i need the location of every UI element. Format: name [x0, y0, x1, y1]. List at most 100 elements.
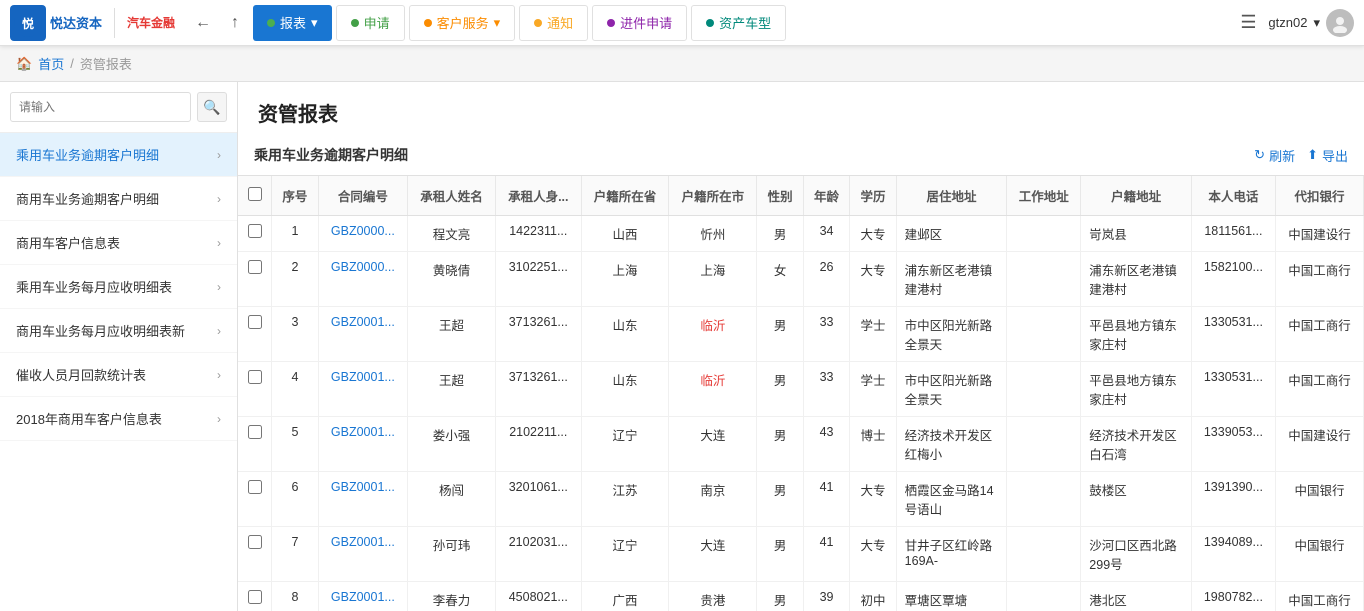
- cell-seq: 7: [272, 527, 318, 582]
- main-layout: 🔍 乘用车业务逾期客户明细 › 商用车业务逾期客户明细 › 商用车客户信息表 ›…: [0, 82, 1364, 611]
- cell-seq: 8: [272, 582, 318, 611]
- refresh-icon: ↻: [1254, 147, 1265, 163]
- sidebar-item-commercial-2018[interactable]: 2018年商用车客户信息表 ›: [0, 397, 237, 441]
- cell-name: 杨闯: [408, 472, 496, 527]
- cell-idno: 3201061...: [496, 472, 582, 527]
- tongzhi-label: 通知: [547, 13, 573, 32]
- sidebar-item-commercial-2018-label: 2018年商用车客户信息表: [16, 409, 217, 428]
- col-seq: 序号: [272, 176, 318, 216]
- cell-gender: 男: [757, 362, 803, 417]
- cell-checkbox: [238, 362, 272, 417]
- row-checkbox[interactable]: [248, 260, 262, 274]
- cell-contract: GBZ0001...: [318, 582, 407, 611]
- col-province: 户籍所在省: [581, 176, 669, 216]
- cell-domicile: 鼓楼区: [1081, 472, 1192, 527]
- row-checkbox[interactable]: [248, 425, 262, 439]
- nav-tongzhi[interactable]: 通知: [519, 5, 588, 41]
- brand-icon: 悦: [10, 5, 46, 41]
- sidebar-item-debt-staff[interactable]: 催收人员月回款统计表 ›: [0, 353, 237, 397]
- nav-jinjian[interactable]: 进件申请: [592, 5, 687, 41]
- hamburger-menu-icon[interactable]: ☰: [1232, 7, 1264, 39]
- sidebar-item-commercial-monthly[interactable]: 商用车业务每月应收明细表新 ›: [0, 309, 237, 353]
- nav-zichan[interactable]: 资产车型: [691, 5, 786, 41]
- cell-bank: 中国工商行: [1275, 362, 1363, 417]
- cell-idno: 3713261...: [496, 362, 582, 417]
- breadcrumb-separator: /: [70, 56, 74, 71]
- zichan-dot: [706, 19, 714, 27]
- cell-province: 广西: [581, 582, 669, 611]
- sidebar-item-commercial-overdue[interactable]: 商用车业务逾期客户明细 ›: [0, 177, 237, 221]
- cell-edu: 初中: [850, 582, 896, 611]
- cell-checkbox: [238, 417, 272, 472]
- row-checkbox[interactable]: [248, 480, 262, 494]
- col-checkbox: [238, 176, 272, 216]
- export-icon: ⬆: [1307, 147, 1318, 163]
- page-title: 资管报表: [258, 98, 1344, 127]
- cell-idno: 1422311...: [496, 216, 582, 252]
- user-avatar: [1326, 9, 1354, 37]
- search-input[interactable]: [10, 92, 191, 122]
- top-navigation: 悦 悦达资本 汽车金融 ← ↑ 报表 ▾ 申请 客户服务 ▾ 通知 进件申请 资…: [0, 0, 1364, 46]
- sidebar-item-commercial-monthly-label: 商用车业务每月应收明细表新: [16, 321, 217, 340]
- refresh-button[interactable]: ↻ 刷新: [1254, 146, 1295, 165]
- row-checkbox[interactable]: [248, 535, 262, 549]
- kehu-fuwu-label: 客户服务: [437, 13, 489, 32]
- cell-idno: 3102251...: [496, 252, 582, 307]
- nav-kehu-fuwu[interactable]: 客户服务 ▾: [409, 5, 516, 41]
- baobiao-label: 报表: [280, 13, 306, 32]
- sidebar-item-passenger-overdue[interactable]: 乘用车业务逾期客户明细 ›: [0, 133, 237, 177]
- sidebar-item-passenger-monthly[interactable]: 乘用车业务每月应收明细表 ›: [0, 265, 237, 309]
- cell-province: 山东: [581, 307, 669, 362]
- cell-residence: 市中区阳光新路全景天: [896, 307, 1007, 362]
- jinjian-dot: [607, 19, 615, 27]
- nav-shenqing[interactable]: 申请: [336, 5, 405, 41]
- cell-city: 贵港: [669, 582, 757, 611]
- col-age: 年龄: [803, 176, 849, 216]
- cell-name: 黄晓倩: [408, 252, 496, 307]
- export-button[interactable]: ⬆ 导出: [1307, 146, 1348, 165]
- cell-domicile: 经济技术开发区白石湾: [1081, 417, 1192, 472]
- col-contract: 合同编号: [318, 176, 407, 216]
- cell-domicile: 沙河口区西北路299号: [1081, 527, 1192, 582]
- cell-residence: 栖霞区金马路14号语山: [896, 472, 1007, 527]
- user-area[interactable]: gtzn02 ▾: [1268, 9, 1354, 37]
- cell-gender: 女: [757, 252, 803, 307]
- data-table: 序号 合同编号 承租人姓名 承租人身... 户籍所在省 户籍所在市 性别 年龄 …: [238, 176, 1364, 611]
- cell-seq: 4: [272, 362, 318, 417]
- breadcrumb: 🏠 首页 / 资管报表: [0, 46, 1364, 82]
- cell-seq: 5: [272, 417, 318, 472]
- cell-name: 孙可玮: [408, 527, 496, 582]
- col-domicile: 户籍地址: [1081, 176, 1192, 216]
- select-all-checkbox[interactable]: [248, 187, 262, 201]
- sidebar-item-commercial-customer[interactable]: 商用车客户信息表 ›: [0, 221, 237, 265]
- row-checkbox[interactable]: [248, 370, 262, 384]
- cell-age: 33: [803, 362, 849, 417]
- row-checkbox[interactable]: [248, 315, 262, 329]
- back-button[interactable]: ←: [189, 9, 217, 37]
- col-name: 承租人姓名: [408, 176, 496, 216]
- table-header: 序号 合同编号 承租人姓名 承租人身... 户籍所在省 户籍所在市 性别 年龄 …: [238, 176, 1364, 216]
- chevron-right-icon: ›: [217, 368, 221, 382]
- row-checkbox[interactable]: [248, 224, 262, 238]
- search-button[interactable]: 🔍: [197, 92, 227, 122]
- cell-city: 临沂: [669, 362, 757, 417]
- cell-checkbox: [238, 472, 272, 527]
- cell-phone: 1394089...: [1191, 527, 1275, 582]
- cell-phone: 1339053...: [1191, 417, 1275, 472]
- chevron-right-icon: ›: [217, 236, 221, 250]
- cell-edu: 大专: [850, 472, 896, 527]
- up-button[interactable]: ↑: [221, 9, 249, 37]
- row-checkbox[interactable]: [248, 590, 262, 604]
- cell-gender: 男: [757, 582, 803, 611]
- cell-city: 大连: [669, 417, 757, 472]
- cell-phone: 1391390...: [1191, 472, 1275, 527]
- cell-checkbox: [238, 216, 272, 252]
- nav-baobiao[interactable]: 报表 ▾: [253, 5, 332, 41]
- sidebar-item-passenger-monthly-label: 乘用车业务每月应收明细表: [16, 277, 217, 296]
- col-city: 户籍所在市: [669, 176, 757, 216]
- cell-bank: 中国工商行: [1275, 582, 1363, 611]
- cell-domicile: 浦东新区老港镇建港村: [1081, 252, 1192, 307]
- cell-contract: GBZ0000...: [318, 216, 407, 252]
- cell-edu: 大专: [850, 252, 896, 307]
- breadcrumb-home[interactable]: 首页: [38, 54, 64, 73]
